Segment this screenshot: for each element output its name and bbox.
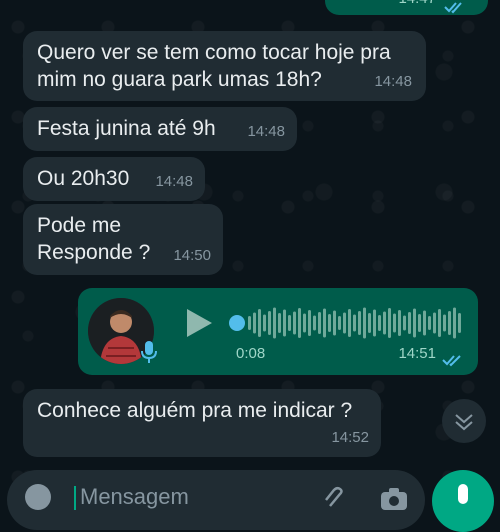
message-bubble-outgoing[interactable]: 14:47 [325,0,488,15]
message-text: Conhece alguém pra me indicar ? [37,399,353,422]
message-composer[interactable]: Mensagem [7,470,425,530]
message-bubble-incoming[interactable]: Festa junina até 9h 14:48 [23,107,297,151]
message-text: Ou 20h30 [37,167,130,190]
voice-message-bubble[interactable]: 0:08 14:51 [78,288,478,375]
message-time: 14:52 [331,429,369,446]
chevron-down-icon [455,414,473,431]
audio-waveform[interactable] [248,306,463,340]
message-line: Responde ? [37,241,151,264]
message-line: Pode me [37,214,122,237]
message-time: 14:51 [398,345,436,362]
play-icon[interactable] [184,307,214,339]
message-text: Festa junina até 9h [37,117,216,140]
emoji-icon[interactable] [25,484,51,510]
message-bubble-incoming[interactable]: Quero ver se tem como tocar hoje pra mim… [23,31,426,101]
message-time: 14:50 [173,247,211,264]
message-bubble-incoming[interactable]: Pode me Responde ? 14:50 [23,204,223,275]
attach-icon[interactable] [322,486,348,512]
playback-position-handle[interactable] [229,315,245,331]
camera-icon[interactable] [380,486,408,510]
message-time: 14:48 [155,173,193,190]
text-cursor [74,486,76,510]
message-time: 14:48 [374,73,412,90]
scroll-to-bottom-button[interactable] [442,399,486,443]
message-line: mim no guara park umas 18h? [37,68,322,91]
message-text: Quero ver se tem como tocar hoje pra mim… [37,39,391,93]
message-time: 14:47 [398,0,436,12]
double-check-icon [442,355,461,367]
message-text: Pode me Responde ? [37,212,150,266]
double-check-icon [444,2,462,14]
message-bubble-incoming[interactable]: Ou 20h30 14:48 [23,157,205,201]
message-bubble-incoming[interactable]: Conhece alguém pra me indicar ? 14:52 [23,389,381,457]
message-line: Quero ver se tem como tocar hoje pra [37,41,391,64]
voice-record-button[interactable] [432,470,494,532]
mic-icon [141,341,157,363]
voice-duration: 0:08 [236,345,266,362]
message-time: 14:48 [247,123,285,140]
mic-icon [458,484,468,504]
message-input[interactable]: Mensagem [80,484,189,510]
